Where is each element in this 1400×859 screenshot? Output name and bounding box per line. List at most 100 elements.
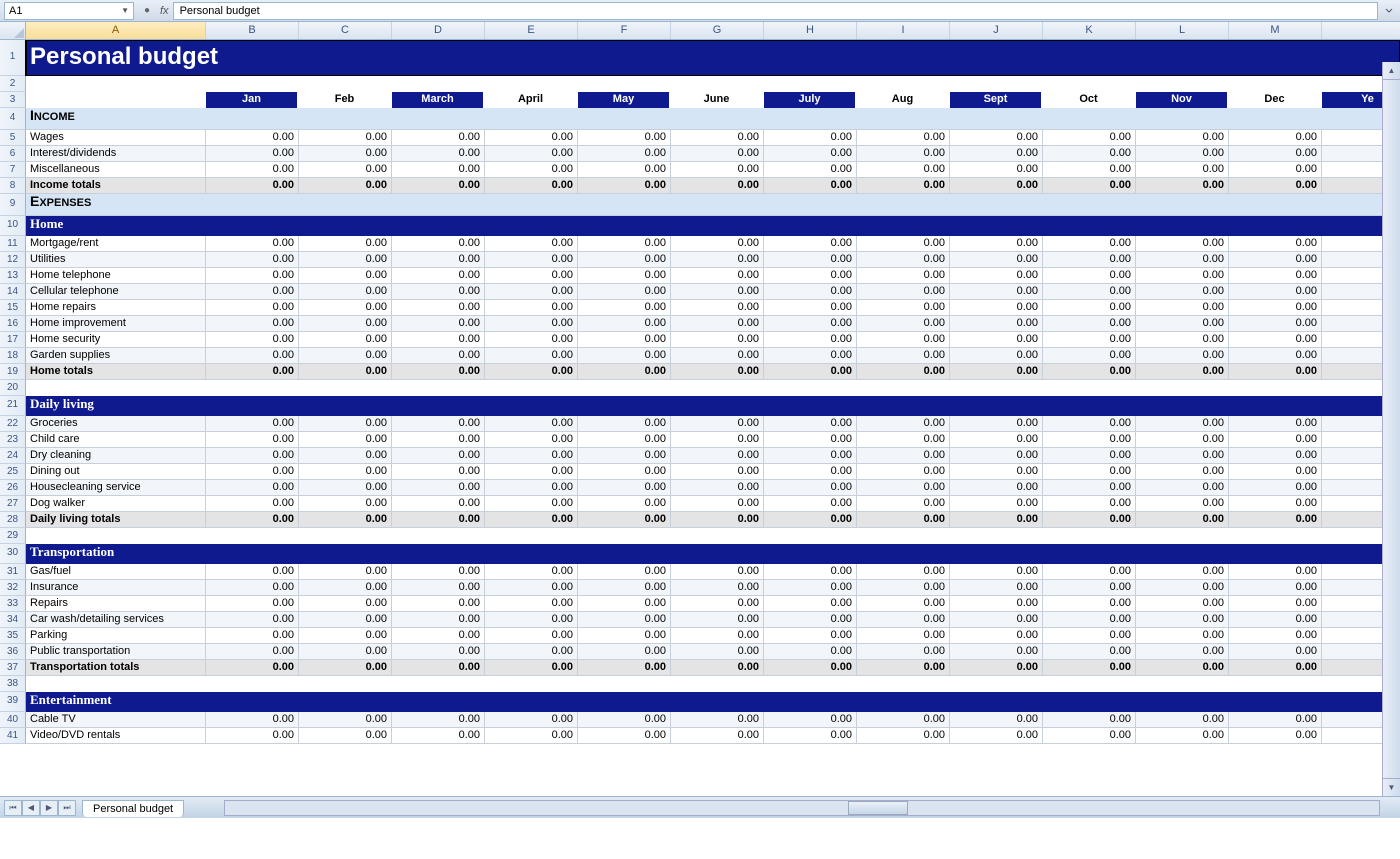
cell[interactable]: 0.00	[1136, 332, 1229, 348]
cell[interactable]	[950, 396, 1043, 416]
row-header[interactable]: 6	[0, 146, 26, 162]
cell[interactable]: 0.00	[764, 564, 857, 580]
cell[interactable]: 0.00	[392, 316, 485, 332]
cell[interactable]: 0.00	[1043, 268, 1136, 284]
cell[interactable]: 0.00	[671, 612, 764, 628]
cell[interactable]	[950, 544, 1043, 564]
cell[interactable]	[1136, 76, 1229, 92]
cell[interactable]: 0.00	[485, 448, 578, 464]
cell[interactable]: 0.00	[857, 146, 950, 162]
cell[interactable]: 0.00	[857, 712, 950, 728]
cell[interactable]: 0.00	[857, 348, 950, 364]
cell[interactable]: 0.00	[857, 448, 950, 464]
category-header[interactable]: Home	[26, 216, 206, 236]
cell[interactable]: 0.00	[857, 130, 950, 146]
cell[interactable]: 0.00	[764, 236, 857, 252]
cell[interactable]	[485, 194, 578, 216]
row-label[interactable]: Miscellaneous	[26, 162, 206, 178]
cell[interactable]: 0.00	[857, 580, 950, 596]
row-header[interactable]: 23	[0, 432, 26, 448]
cell[interactable]: 0.00	[392, 146, 485, 162]
cell[interactable]: 0.00	[950, 162, 1043, 178]
row-header[interactable]: 38	[0, 676, 26, 692]
cell[interactable]: 0.00	[857, 496, 950, 512]
cell[interactable]: Insurance	[26, 580, 206, 596]
cell[interactable]: 0.00	[485, 496, 578, 512]
cell[interactable]: 0.00	[1043, 130, 1136, 146]
cell[interactable]: 0.00	[1136, 348, 1229, 364]
row-header[interactable]: 7	[0, 162, 26, 178]
cell[interactable]: 0.00	[578, 162, 671, 178]
cell[interactable]: 0.00	[671, 146, 764, 162]
cell[interactable]: 0.00	[764, 512, 857, 528]
cell[interactable]: 0.00	[392, 130, 485, 146]
cell[interactable]: 0.00	[299, 432, 392, 448]
cell[interactable]: 0.00	[1043, 284, 1136, 300]
cell[interactable]: 0.00	[1136, 596, 1229, 612]
cell[interactable]: 0.00	[392, 448, 485, 464]
cell[interactable]: May	[578, 92, 671, 108]
cell[interactable]	[485, 216, 578, 236]
row-header[interactable]: 17	[0, 332, 26, 348]
cell[interactable]: 0.00	[1229, 644, 1322, 660]
cell[interactable]: 0.00	[1043, 496, 1136, 512]
cell[interactable]: 0.00	[578, 564, 671, 580]
cell[interactable]: 0.00	[1136, 660, 1229, 676]
cell[interactable]: 0.00	[392, 162, 485, 178]
cell[interactable]: 0.00	[671, 364, 764, 380]
cell[interactable]: 0.00	[485, 612, 578, 628]
cell[interactable]	[1229, 108, 1322, 130]
column-header-G[interactable]: G	[671, 22, 764, 39]
cell[interactable]: 0.00	[857, 316, 950, 332]
cell[interactable]: 0.00	[950, 268, 1043, 284]
cell[interactable]: 0.00	[299, 644, 392, 660]
cell[interactable]: 0.00	[485, 332, 578, 348]
cell[interactable]: 0.00	[1136, 512, 1229, 528]
cell[interactable]	[206, 396, 299, 416]
cell[interactable]	[671, 528, 764, 544]
cell[interactable]	[485, 108, 578, 130]
cell[interactable]	[1043, 108, 1136, 130]
horizontal-scrollbar[interactable]	[224, 800, 1380, 816]
row-header[interactable]: 11	[0, 236, 26, 252]
cell[interactable]: 0.00	[485, 364, 578, 380]
cell[interactable]: 0.00	[1043, 316, 1136, 332]
cell[interactable]: 0.00	[485, 178, 578, 194]
cell[interactable]: 0.00	[1043, 660, 1136, 676]
row-label[interactable]: Wages	[26, 130, 206, 146]
cell[interactable]: 0.00	[857, 268, 950, 284]
cell[interactable]: 0.00	[299, 612, 392, 628]
cell[interactable]	[578, 216, 671, 236]
cell[interactable]: 0.00	[206, 146, 299, 162]
cell[interactable]: 0.00	[206, 268, 299, 284]
cell[interactable]	[1043, 544, 1136, 564]
cell[interactable]: 0.00	[578, 236, 671, 252]
cell[interactable]: 0.00	[299, 268, 392, 284]
cell[interactable]: 0.00	[1043, 596, 1136, 612]
cell[interactable]: Transportation totals	[26, 660, 206, 676]
cell[interactable]: 0.00	[206, 596, 299, 612]
cell[interactable]: 0.00	[1136, 712, 1229, 728]
cell[interactable]: 0.00	[857, 432, 950, 448]
cell[interactable]: 0.00	[392, 728, 485, 744]
cell[interactable]: 0.00	[950, 712, 1043, 728]
cell[interactable]	[206, 380, 299, 396]
cell[interactable]: 0.00	[392, 268, 485, 284]
cell[interactable]: Utilities	[26, 252, 206, 268]
column-header-D[interactable]: D	[392, 22, 485, 39]
cell[interactable]: 0.00	[1229, 130, 1322, 146]
cell[interactable]: Cable TV	[26, 712, 206, 728]
row-header[interactable]: 19	[0, 364, 26, 380]
cell[interactable]: 0.00	[578, 712, 671, 728]
cell[interactable]: 0.00	[1229, 300, 1322, 316]
cell[interactable]: 0.00	[485, 316, 578, 332]
cell[interactable]: 0.00	[1043, 448, 1136, 464]
cell[interactable]: 0.00	[206, 644, 299, 660]
cell[interactable]	[764, 194, 857, 216]
row-header[interactable]: 18	[0, 348, 26, 364]
cell[interactable]: 0.00	[671, 464, 764, 480]
cell[interactable]: 0.00	[1229, 496, 1322, 512]
cell[interactable]	[578, 396, 671, 416]
cell[interactable]	[671, 108, 764, 130]
cell[interactable]	[671, 544, 764, 564]
